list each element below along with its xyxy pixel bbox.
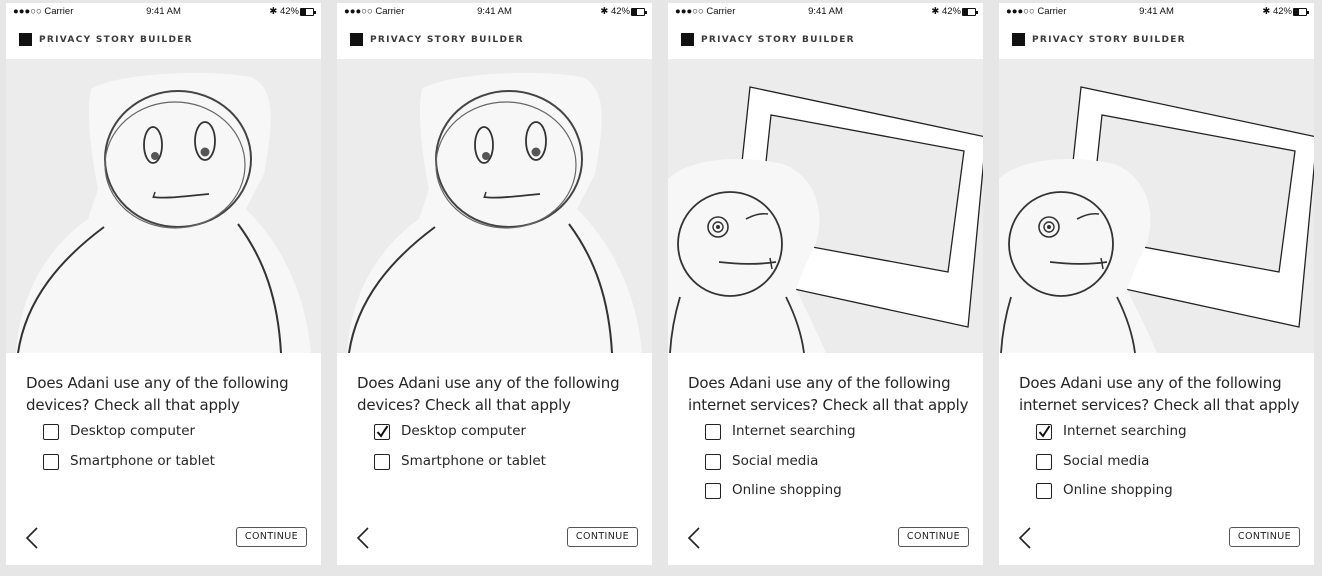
character-with-screen-illustration: [999, 59, 1314, 353]
phone-screen-2: ●●●○○ Carrier 9:41 AM ✱ 42% PRIVACY STOR…: [337, 3, 652, 565]
checkbox[interactable]: [705, 453, 721, 470]
option-label: Social media: [732, 452, 819, 469]
bluetooth-icon: ✱: [1262, 6, 1271, 17]
checkbox[interactable]: [705, 483, 721, 499]
continue-button[interactable]: CONTINUE: [897, 527, 969, 547]
option-label: Desktop computer: [70, 423, 196, 439]
question-text: Does Adani use any of the following inte…: [688, 374, 969, 414]
bluetooth-icon: ✱: [269, 6, 278, 17]
back-chevron-icon[interactable]: [22, 523, 42, 553]
battery-icon: [962, 8, 978, 16]
app-title: PRIVACY STORY BUILDER: [701, 35, 855, 45]
option-label: Online shopping: [732, 482, 842, 498]
battery-percent: ✱ 42%: [931, 6, 961, 17]
app-title: PRIVACY STORY BUILDER: [39, 35, 193, 45]
battery-icon: [631, 8, 647, 16]
logo-square-icon: [681, 33, 694, 46]
option-label: Smartphone or tablet: [70, 452, 215, 469]
app-title: PRIVACY STORY BUILDER: [370, 35, 524, 45]
battery-percent: ✱ 42%: [600, 6, 630, 17]
phone-screen-4: ●●●○○ Carrier 9:41 AM ✱ 42% PRIVACY STOR…: [999, 3, 1314, 565]
option-label: Internet searching: [1063, 423, 1187, 439]
app-header: PRIVACY STORY BUILDER: [337, 29, 652, 55]
character-illustration: [6, 59, 321, 353]
logo-square-icon: [19, 33, 32, 46]
checkbox[interactable]: [374, 453, 390, 470]
battery-percent: ✱ 42%: [1262, 6, 1292, 17]
checkbox[interactable]: [43, 424, 59, 440]
checkbox-checked[interactable]: [1036, 424, 1052, 440]
option-label: Internet searching: [732, 423, 856, 439]
status-bar: ●●●○○ Carrier 9:41 AM ✱ 42%: [6, 3, 321, 21]
continue-button[interactable]: CONTINUE: [566, 527, 638, 547]
character-illustration: [337, 59, 652, 353]
question-text: Does Adani use any of the following devi…: [357, 374, 620, 414]
back-chevron-icon[interactable]: [1015, 523, 1035, 553]
battery-icon: [300, 8, 316, 16]
back-chevron-icon[interactable]: [353, 523, 373, 553]
question-text: Does Adani use any of the following inte…: [1019, 374, 1300, 414]
option-label: Social media: [1063, 452, 1150, 469]
checkbox[interactable]: [1036, 483, 1052, 499]
checkmark-icon: [376, 425, 389, 438]
phone-screen-3: ●●●○○ Carrier 9:41 AM ✱ 42% PRIVACY STOR…: [668, 3, 983, 565]
checkbox[interactable]: [43, 453, 59, 470]
app-title: PRIVACY STORY BUILDER: [1032, 35, 1186, 45]
bluetooth-icon: ✱: [600, 6, 609, 17]
character-with-screen-illustration: [668, 59, 983, 353]
continue-button[interactable]: CONTINUE: [1228, 527, 1300, 547]
checkbox[interactable]: [705, 424, 721, 440]
logo-square-icon: [350, 33, 363, 46]
option-label: Online shopping: [1063, 482, 1173, 498]
battery-icon: [1293, 8, 1309, 16]
option-label: Smartphone or tablet: [401, 452, 546, 469]
option-label: Desktop computer: [401, 423, 527, 439]
app-header: PRIVACY STORY BUILDER: [999, 29, 1314, 55]
app-header: PRIVACY STORY BUILDER: [6, 29, 321, 55]
phone-screen-1: ●●●○○ Carrier 9:41 AM ✱ 42% PRIVACY STOR…: [6, 3, 321, 565]
status-bar: ●●●○○ Carrier 9:41 AM ✱ 42%: [999, 3, 1314, 21]
status-bar: ●●●○○ Carrier 9:41 AM ✱ 42%: [668, 3, 983, 21]
checkbox-checked[interactable]: [374, 424, 390, 440]
question-text: Does Adani use any of the following devi…: [26, 374, 289, 414]
status-bar: ●●●○○ Carrier 9:41 AM ✱ 42%: [337, 3, 652, 21]
battery-percent: ✱ 42%: [269, 6, 299, 17]
checkmark-icon: [1038, 425, 1051, 438]
continue-button[interactable]: CONTINUE: [235, 527, 307, 547]
app-header: PRIVACY STORY BUILDER: [668, 29, 983, 55]
checkbox[interactable]: [1036, 453, 1052, 470]
logo-square-icon: [1012, 33, 1025, 46]
back-chevron-icon[interactable]: [684, 523, 704, 553]
bluetooth-icon: ✱: [931, 6, 940, 17]
